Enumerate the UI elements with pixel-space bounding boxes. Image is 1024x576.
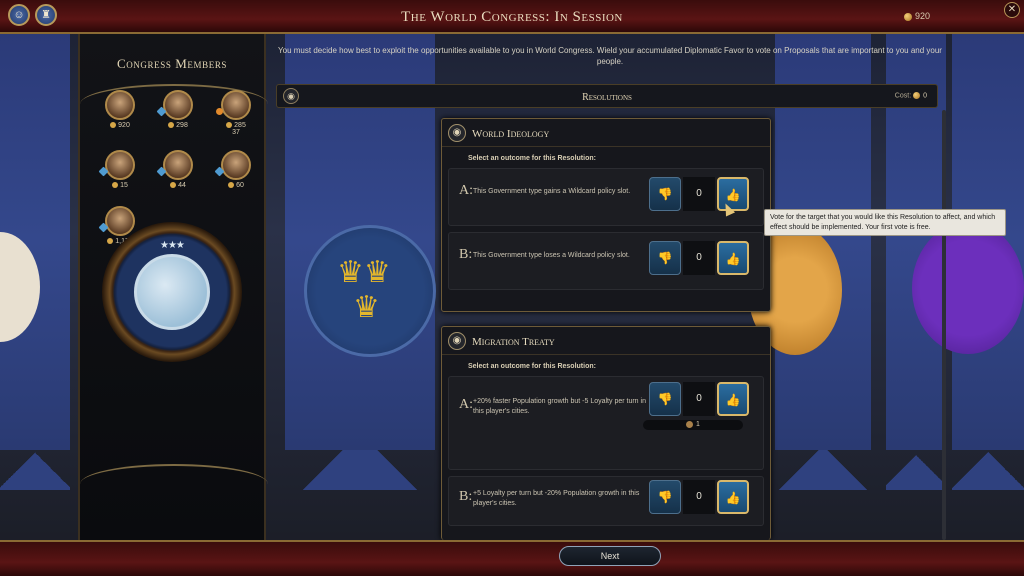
- globe-icon: ◉: [448, 332, 466, 350]
- vote-down-button[interactable]: 👎: [649, 382, 681, 416]
- outcome-b: B: +5 Loyalty per turn but -20% Populati…: [448, 476, 764, 526]
- purple-emblem: [912, 222, 1024, 354]
- diplomatic-favor-icon: [170, 182, 177, 189]
- outcome-letter: A:: [459, 397, 473, 412]
- diplomatic-favor-icon: [913, 92, 921, 99]
- vote-control: 👎 0 👍: [649, 480, 749, 514]
- avatar: [105, 90, 135, 120]
- next-button[interactable]: Next: [559, 546, 661, 566]
- vote-down-button[interactable]: 👎: [649, 241, 681, 275]
- member-favor: 15: [120, 182, 128, 189]
- member-6[interactable]: 60: [214, 150, 254, 189]
- top-bar: ☺ ♜ The World Congress: In Session 920 ✕: [0, 0, 1024, 34]
- avatar: [221, 90, 251, 120]
- vote-count: 0: [683, 241, 715, 275]
- outcome-a: A: +20% faster Population growth but -5 …: [448, 376, 764, 470]
- star-icon: ★★★: [160, 240, 185, 251]
- member-favor: 920: [118, 122, 130, 129]
- description-text: You must decide how best to exploit the …: [278, 46, 942, 66]
- outcome-a: A: This Government type gains a Wildcard…: [448, 168, 764, 226]
- outcome-text: This Government type loses a Wildcard po…: [473, 252, 630, 259]
- outcome-text: This Government type gains a Wildcard po…: [473, 188, 631, 195]
- resolution-card-world-ideology: ◉ World Ideology Select an outcome for t…: [441, 118, 771, 312]
- diplomatic-favor-icon: [168, 122, 175, 129]
- avatar: [105, 150, 135, 180]
- member-3[interactable]: 285 37: [216, 90, 254, 136]
- resolution-title: Migration Treaty: [472, 336, 555, 348]
- member-5[interactable]: 44: [156, 150, 196, 189]
- vote-up-button[interactable]: 👍: [717, 480, 749, 514]
- sweden-emblem: ♛♛ ♛: [304, 225, 436, 357]
- avatar: [163, 90, 193, 120]
- diplomatic-favor-icon: [903, 12, 912, 21]
- resolution-subtitle: Select an outcome for this Resolution:: [468, 155, 596, 162]
- avatar: [221, 150, 251, 180]
- vote-count: 0: [683, 480, 715, 514]
- bottom-bar: [0, 540, 1024, 576]
- vote-count: 0: [683, 177, 715, 211]
- page-title: The World Congress: In Session: [401, 9, 623, 25]
- member-favor: 60: [236, 182, 244, 189]
- arc-divider: [80, 464, 268, 504]
- resolution-subtitle: Select an outcome for this Resolution:: [468, 363, 596, 370]
- member-favor: 44: [178, 182, 186, 189]
- outcome-letter: A:: [459, 183, 473, 198]
- vote-down-button[interactable]: 👎: [649, 177, 681, 211]
- diplomatic-favor-icon: [110, 122, 117, 129]
- globe-icon: ◉: [448, 124, 466, 142]
- world-congress-emblem: ★★★: [102, 222, 242, 362]
- outcome-letter: B:: [459, 247, 473, 262]
- resolutions-title: Resolutions: [582, 92, 632, 103]
- member-1[interactable]: 920: [102, 90, 138, 129]
- outcome-b: B: This Government type loses a Wildcard…: [448, 232, 764, 290]
- status-dot-icon: [216, 108, 223, 115]
- cost-value: 0: [923, 92, 927, 100]
- close-button[interactable]: ✕: [1004, 2, 1020, 18]
- diplomatic-favor-icon: [228, 182, 235, 189]
- target-value: 1: [696, 421, 700, 428]
- target-selector[interactable]: 1: [643, 420, 743, 430]
- diplomatic-favor-icon: [107, 238, 114, 245]
- resolutions-header: ◉ Resolutions Cost: 0: [276, 84, 938, 108]
- avatar: [163, 150, 193, 180]
- congress-members-panel: Congress Members 920 298 285 37 15 44 60…: [78, 34, 268, 540]
- favor-display: 920: [903, 11, 930, 21]
- member-2[interactable]: 298: [156, 90, 196, 129]
- vote-control: 👎 0 👍: [649, 382, 749, 416]
- resolution-card-migration-treaty: ◉ Migration Treaty Select an outcome for…: [441, 326, 771, 540]
- vote-up-button[interactable]: 👍: [717, 241, 749, 275]
- vote-count: 0: [683, 382, 715, 416]
- vote-down-button[interactable]: 👎: [649, 480, 681, 514]
- scrollbar[interactable]: [942, 110, 946, 540]
- member-favor: 285: [234, 122, 246, 129]
- globe-icon: [134, 254, 210, 330]
- member-extra: 37: [232, 129, 240, 136]
- diplomatic-favor-icon: [226, 122, 233, 129]
- vote-tooltip: Vote for the target that you would like …: [764, 209, 1006, 236]
- leader-icon: [686, 420, 694, 428]
- outcome-text: +20% faster Population growth but -5 Loy…: [473, 398, 646, 415]
- vote-control: 👎 0 👍: [649, 177, 749, 211]
- favor-value: 920: [914, 11, 930, 21]
- vote-up-button[interactable]: 👍: [717, 382, 749, 416]
- member-favor: 298: [176, 122, 188, 129]
- cost-label: Cost:: [894, 92, 912, 100]
- avatar: [105, 206, 135, 236]
- outcome-text: +5 Loyalty per turn but -20% Population …: [473, 490, 640, 507]
- resolution-title: World Ideology: [472, 128, 550, 140]
- outcome-letter: B:: [459, 489, 473, 504]
- member-4[interactable]: 15: [98, 150, 138, 189]
- congress-members-title: Congress Members: [116, 56, 228, 71]
- cost-display: Cost: 0: [895, 92, 927, 99]
- diplomatic-favor-icon: [112, 182, 119, 189]
- vote-control: 👎 0 👍: [649, 241, 749, 275]
